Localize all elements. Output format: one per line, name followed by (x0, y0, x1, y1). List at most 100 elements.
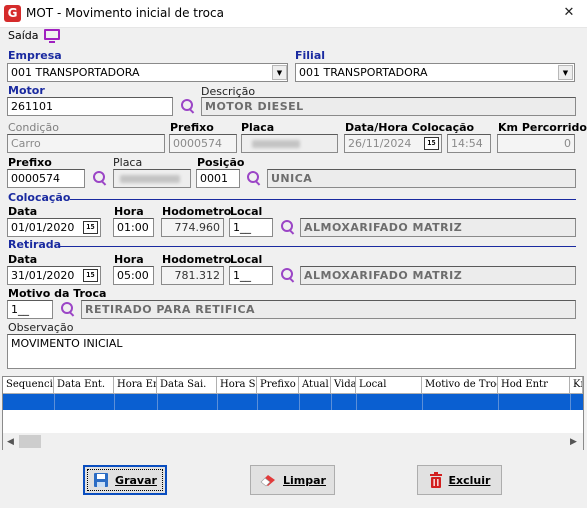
data-hora-colocacao-label: Data/Hora Colocação (345, 121, 475, 134)
colocacao-hora-label: Hora (114, 205, 144, 218)
empresa-dropdown-arrow-icon[interactable]: ▼ (272, 65, 287, 80)
excluir-button[interactable]: Excluir (417, 465, 502, 495)
retirada-divider (58, 246, 576, 247)
save-icon (94, 473, 109, 487)
grid-header-data-sai[interactable]: Data Sai. (157, 377, 217, 394)
close-button[interactable]: ✕ (557, 3, 581, 23)
prefixo-field-top: 0000574 (169, 134, 237, 153)
filial-dropdown-arrow-icon[interactable]: ▼ (558, 65, 573, 80)
prefixo-search-icon[interactable] (92, 170, 108, 186)
window-title: MOT - Movimento inicial de troca (26, 6, 224, 20)
km-percorrido-label: Km Percorrido (498, 121, 587, 134)
grid-cell-divider (217, 394, 218, 410)
grid-header-data-ent[interactable]: Data Ent. (54, 377, 114, 394)
app-logo: G (4, 5, 21, 22)
colocacao-hodometro-label: Hodometro (162, 205, 232, 218)
colocacao-data-label: Data (8, 205, 38, 218)
menu-saida[interactable]: Saída (8, 29, 39, 42)
colocacao-calendar-icon[interactable]: 15 (83, 221, 98, 234)
motivo-input[interactable]: 1__ (7, 300, 53, 319)
retirada-calendar-icon[interactable]: 15 (83, 269, 98, 282)
prefixo-input[interactable]: 0000574 (7, 169, 85, 188)
colocacao-local-label: Local (230, 205, 263, 218)
prefixo-label-top: Prefixo (170, 121, 214, 134)
grid-header-hod-entr[interactable]: Hod Entr (498, 377, 570, 394)
placa-redacted-top (252, 140, 300, 148)
filial-label: Filial (295, 49, 326, 62)
gravar-button[interactable]: Gravar (83, 465, 167, 495)
motor-search-icon[interactable] (180, 98, 196, 114)
grid-header-atual[interactable]: Atual (299, 377, 331, 394)
colocacao-hodometro-field: 774.960 (161, 218, 224, 237)
grid-cell-divider (356, 394, 357, 410)
motivo-search-icon[interactable] (60, 301, 76, 317)
scroll-right-arrow-icon[interactable]: ▶ (570, 437, 577, 447)
colocacao-section-label: Colocação (8, 191, 71, 204)
posicao-descricao-field: UNICA (267, 169, 576, 188)
grid-cell-divider (299, 394, 300, 410)
km-percorrido-field: 0 (497, 134, 575, 153)
grid-cell-divider (54, 394, 55, 410)
monitor-icon[interactable] (44, 29, 60, 43)
retirada-local-search-icon[interactable] (280, 267, 296, 283)
hora-colocacao-field: 14:54 (447, 134, 491, 153)
retirada-data-label: Data (8, 253, 38, 266)
retirada-hora-label: Hora (114, 253, 144, 266)
retirada-local-label: Local (230, 253, 263, 266)
colocacao-local-search-icon[interactable] (280, 219, 296, 235)
posicao-label: Posição (197, 156, 245, 169)
condicao-label: Condição (8, 121, 59, 134)
motor-descricao-field: MOTOR DIESEL (201, 97, 576, 116)
colocacao-local-descricao-field: ALMOXARIFADO MATRIZ (300, 218, 576, 237)
grid-cell-divider (257, 394, 258, 410)
retirada-hora-input[interactable]: 05:00 (113, 266, 154, 285)
grid-header-sequencia[interactable]: Sequencia (3, 377, 54, 394)
condicao-field: Carro (7, 134, 165, 153)
posicao-input[interactable]: 0001 (196, 169, 240, 188)
retirada-hodometro-label: Hodometro (162, 253, 232, 266)
excluir-label: Excluir (448, 473, 491, 487)
posicao-search-icon[interactable] (246, 170, 262, 186)
observacao-textarea[interactable]: MOVIMENTO INICIAL (7, 334, 576, 369)
colocacao-divider (70, 199, 576, 200)
placa-label-top: Placa (241, 121, 275, 134)
empresa-label: Empresa (8, 49, 62, 62)
grid-header-prefixo[interactable]: Prefixo (257, 377, 299, 394)
gravar-label: Gravar (115, 473, 157, 487)
motivo-label: Motivo da Troca (8, 287, 107, 300)
grid-cell-divider (498, 394, 499, 410)
filial-select[interactable]: 001 TRANSPORTADORA (295, 63, 575, 82)
prefixo-label: Prefixo (8, 156, 52, 169)
colocacao-local-input[interactable]: 1__ (229, 218, 273, 237)
grid-header-vida[interactable]: Vida (331, 377, 356, 394)
table-row-selected[interactable] (3, 394, 583, 410)
movements-grid[interactable]: Sequencia Data Ent. Hora Entr Data Sai. … (2, 376, 584, 450)
placa-label: Placa (113, 156, 143, 169)
motor-label: Motor (8, 84, 45, 97)
motivo-descricao-field: RETIRADO PARA RETIFICA (81, 300, 576, 319)
grid-header-hora-entr[interactable]: Hora Entr (114, 377, 157, 394)
scroll-left-arrow-icon[interactable]: ◀ (7, 437, 14, 447)
eraser-icon (260, 475, 276, 487)
observacao-label: Observação (8, 321, 74, 334)
retirada-local-descricao-field: ALMOXARIFADO MATRIZ (300, 266, 576, 285)
grid-cell-divider (157, 394, 158, 410)
limpar-button[interactable]: Limpar (250, 465, 335, 495)
grid-header-km[interactable]: Kn (570, 377, 583, 394)
grid-cell-divider (114, 394, 115, 410)
limpar-label: Limpar (283, 473, 326, 487)
retirada-hodometro-field: 781.312 (161, 266, 224, 285)
grid-cell-divider (331, 394, 332, 410)
grid-cell-divider (422, 394, 423, 410)
horizontal-scrollbar[interactable]: ◀ ▶ (3, 433, 583, 450)
grid-header-motivo-de-troca[interactable]: Motivo de Troca (422, 377, 498, 394)
empresa-select[interactable]: 001 TRANSPORTADORA (7, 63, 288, 82)
retirada-section-label: Retirada (8, 238, 62, 251)
calendar-icon[interactable]: 15 (424, 137, 439, 150)
motor-input[interactable]: 261101 (7, 97, 173, 116)
colocacao-hora-input[interactable]: 01:00 (113, 218, 154, 237)
grid-header-hora-sai[interactable]: Hora Sai. (217, 377, 257, 394)
scroll-thumb[interactable] (19, 435, 41, 448)
grid-header-local[interactable]: Local (356, 377, 422, 394)
retirada-local-input[interactable]: 1__ (229, 266, 273, 285)
